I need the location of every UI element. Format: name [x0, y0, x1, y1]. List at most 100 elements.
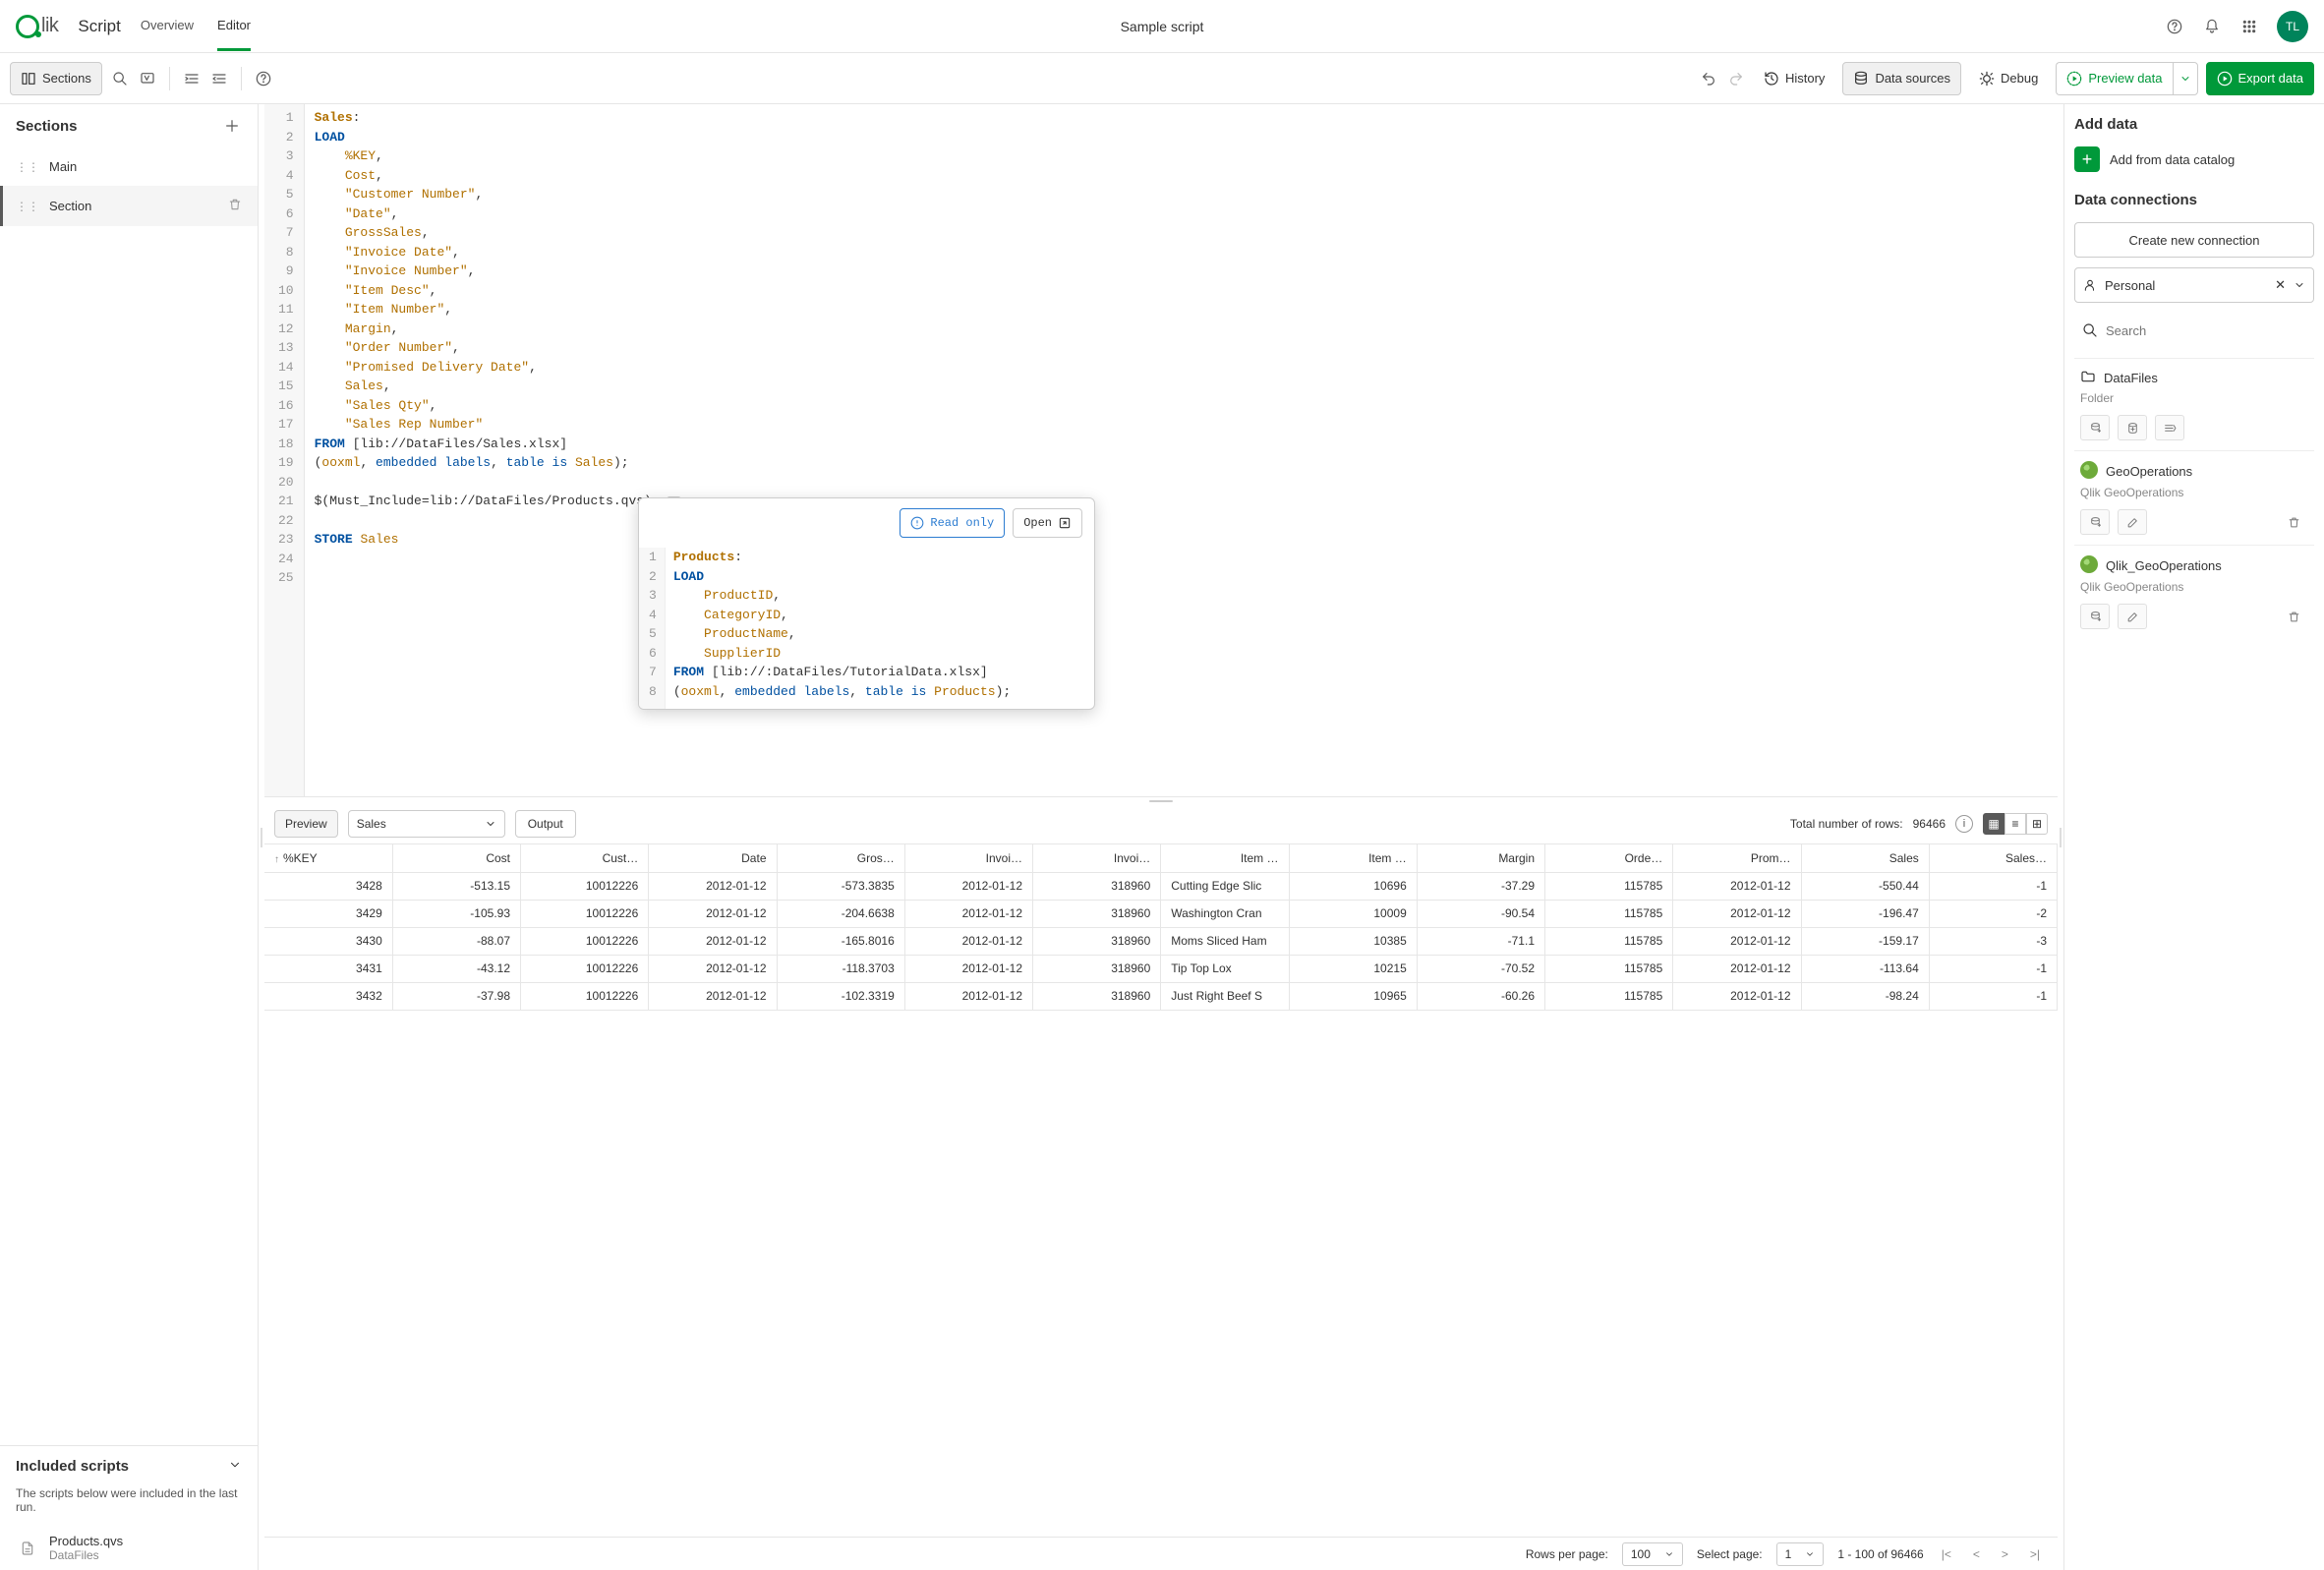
first-page-icon[interactable]: |< — [1938, 1547, 1955, 1561]
table-cell: 10696 — [1289, 872, 1417, 900]
redo-icon[interactable] — [1726, 69, 1746, 88]
column-header[interactable]: Invoi… — [1033, 844, 1161, 872]
rows-per-page-select[interactable]: 100 — [1622, 1542, 1683, 1566]
select-page-select[interactable]: 1 — [1776, 1542, 1825, 1566]
table-row[interactable]: 3430-88.07100122262012-01-12-165.8016201… — [264, 927, 2058, 955]
export-data-button[interactable]: Export data — [2206, 62, 2315, 95]
view-list-icon[interactable]: ≡ — [2004, 813, 2026, 835]
avatar[interactable]: TL — [2277, 11, 2308, 42]
preview-label: Preview data — [2088, 71, 2162, 86]
connection-search[interactable] — [2074, 313, 2314, 348]
clear-icon[interactable]: ✕ — [2275, 277, 2286, 293]
column-header[interactable]: Prom… — [1673, 844, 1801, 872]
readonly-button[interactable]: Read only — [900, 508, 1005, 538]
edit-icon[interactable] — [2118, 604, 2147, 629]
preview-dropdown[interactable] — [2173, 62, 2198, 95]
drag-handle-icon[interactable]: ⋮⋮ — [16, 160, 39, 174]
included-script-item[interactable]: Products.qvsDataFiles — [0, 1526, 258, 1570]
section-item[interactable]: ⋮⋮ Main — [0, 147, 258, 186]
table-row[interactable]: 3429-105.93100122262012-01-12-204.663820… — [264, 900, 2058, 927]
indent-icon[interactable] — [182, 69, 202, 88]
info-icon[interactable]: i — [1955, 815, 1973, 833]
view-table-icon[interactable]: ▦ — [1983, 813, 2004, 835]
table-row[interactable]: 3428-513.15100122262012-01-12-573.383520… — [264, 872, 2058, 900]
column-header[interactable]: Item … — [1289, 844, 1417, 872]
view-grid-icon[interactable]: ⊞ — [2026, 813, 2048, 835]
column-header[interactable]: Invoi… — [904, 844, 1032, 872]
create-connection-button[interactable]: Create new connection — [2074, 222, 2314, 258]
table-cell: 318960 — [1033, 982, 1161, 1010]
header-actions: TL — [2165, 11, 2308, 42]
total-rows-label: Total number of rows: — [1790, 817, 1903, 831]
undo-icon[interactable] — [1699, 69, 1718, 88]
connection-header[interactable]: GeoOperations — [2080, 461, 2308, 482]
column-header[interactable]: Cost — [392, 844, 520, 872]
column-header[interactable]: Sales — [1801, 844, 1929, 872]
help2-icon[interactable] — [254, 69, 273, 88]
code-body[interactable]: Sales:LOAD %KEY, Cost, "Customer Number"… — [305, 104, 691, 796]
connection-header[interactable]: DataFiles — [2080, 369, 2308, 387]
select-data-icon[interactable] — [2080, 509, 2110, 535]
preview-resize-handle[interactable] — [264, 796, 2058, 804]
sections-title: Sections — [16, 118, 78, 135]
trash-icon[interactable] — [2279, 604, 2308, 629]
edit-icon[interactable] — [2118, 509, 2147, 535]
section-item[interactable]: ⋮⋮ Section — [0, 186, 258, 226]
search-icon[interactable] — [110, 69, 130, 88]
table-cell: 2012-01-12 — [1673, 955, 1801, 982]
comment-icon[interactable] — [138, 69, 157, 88]
table-cell: -196.47 — [1801, 900, 1929, 927]
select-data-icon[interactable] — [2080, 415, 2110, 440]
column-header[interactable]: Sales… — [1929, 844, 2057, 872]
table-cell: 115785 — [1545, 982, 1673, 1010]
column-header[interactable]: Margin — [1417, 844, 1544, 872]
table-cell: -513.15 — [392, 872, 520, 900]
apps-grid-icon[interactable] — [2239, 17, 2259, 36]
logo[interactable]: lik — [16, 15, 58, 38]
help-icon[interactable] — [2165, 17, 2184, 36]
move-icon[interactable] — [2155, 415, 2184, 440]
open-button[interactable]: Open — [1013, 508, 1082, 538]
output-button[interactable]: Output — [515, 810, 576, 838]
included-header[interactable]: Included scripts — [0, 1446, 258, 1486]
column-header[interactable]: Gros… — [777, 844, 904, 872]
table-row[interactable]: 3432-37.98100122262012-01-12-102.3319201… — [264, 982, 2058, 1010]
trash-icon[interactable] — [2279, 509, 2308, 535]
tab-overview[interactable]: Overview — [141, 2, 194, 50]
main: Sections ⋮⋮ Main ⋮⋮ Section Included scr… — [0, 104, 2324, 1570]
tab-editor[interactable]: Editor — [217, 2, 251, 51]
space-select[interactable]: Personal ✕ — [2074, 267, 2314, 303]
column-header[interactable]: Orde… — [1545, 844, 1673, 872]
connection-header[interactable]: Qlik_GeoOperations — [2080, 555, 2308, 576]
drag-handle-icon[interactable]: ⋮⋮ — [16, 200, 39, 213]
insert-icon[interactable] — [2118, 415, 2147, 440]
datasources-button[interactable]: Data sources — [1842, 62, 1961, 95]
code-editor[interactable]: 1234567891011121314151617181920212223242… — [264, 104, 2058, 796]
add-section-icon[interactable] — [222, 116, 242, 136]
column-header[interactable]: Cust… — [521, 844, 649, 872]
outdent-icon[interactable] — [209, 69, 229, 88]
sections-button[interactable]: Sections — [10, 62, 102, 95]
column-header[interactable]: ↑%KEY — [264, 844, 392, 872]
preview-table-wrap[interactable]: ↑%KEYCostCust…DateGros…Invoi…Invoi…Item … — [264, 843, 2058, 1537]
trash-icon[interactable] — [228, 198, 242, 214]
table-select[interactable]: Sales — [348, 810, 505, 838]
column-header[interactable]: Date — [649, 844, 777, 872]
included-name: Products.qvs — [49, 1534, 123, 1548]
connection-type: Qlik GeoOperations — [2080, 580, 2308, 594]
table-row[interactable]: 3431-43.12100122262012-01-12-118.3703201… — [264, 955, 2058, 982]
table-cell: -165.8016 — [777, 927, 904, 955]
search-input[interactable] — [2106, 323, 2306, 338]
prev-page-icon[interactable]: < — [1969, 1547, 1984, 1561]
table-cell: -1 — [1929, 872, 2057, 900]
debug-button[interactable]: Debug — [1969, 62, 2048, 95]
last-page-icon[interactable]: >| — [2026, 1547, 2044, 1561]
bell-icon[interactable] — [2202, 17, 2222, 36]
add-from-catalog-button[interactable]: + Add from data catalog — [2074, 146, 2314, 172]
history-button[interactable]: History — [1754, 62, 1834, 95]
column-header[interactable]: Item … — [1161, 844, 1289, 872]
next-page-icon[interactable]: > — [1998, 1547, 2012, 1561]
preview-tab[interactable]: Preview — [274, 810, 338, 838]
preview-data-button[interactable]: Preview data — [2056, 62, 2172, 95]
select-data-icon[interactable] — [2080, 604, 2110, 629]
